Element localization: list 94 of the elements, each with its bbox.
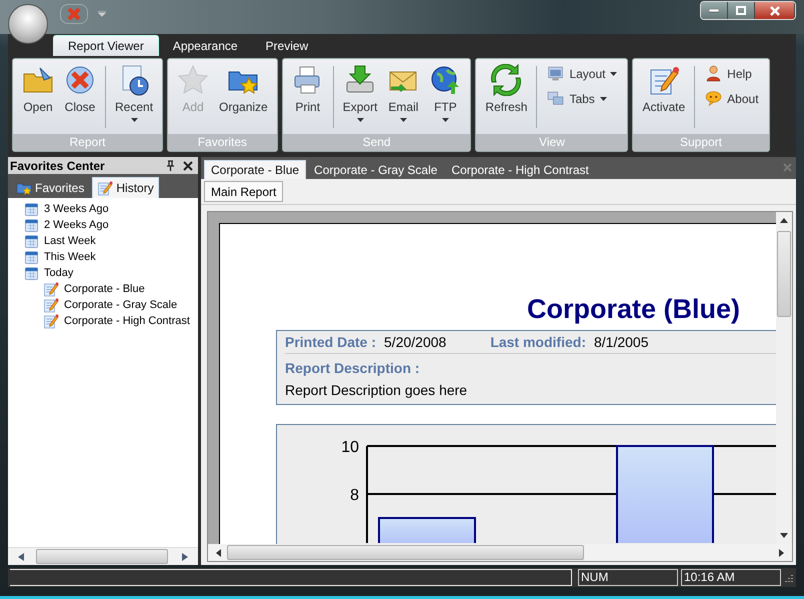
resize-grip-icon[interactable] (784, 572, 794, 582)
ribbon-button[interactable]: Close (59, 62, 101, 134)
field-value: Report Description goes here (285, 382, 468, 398)
close-icon[interactable] (183, 160, 193, 170)
tree-item[interactable]: 3 Weeks Ago (24, 201, 198, 217)
field-label: Last modified: (490, 334, 586, 350)
ribbon-button[interactable]: Export (338, 62, 382, 134)
maximize-button[interactable] (728, 2, 755, 19)
scrollbar-thumb[interactable] (227, 545, 584, 560)
scroll-right-icon[interactable] (182, 552, 188, 560)
scroll-down-icon[interactable] (780, 533, 788, 538)
calendar-icon (24, 266, 39, 280)
pin-icon[interactable] (166, 160, 175, 171)
field-value: 8/1/2005 (594, 334, 648, 350)
ribbon-button[interactable]: Help (703, 64, 761, 83)
scroll-up-icon[interactable] (780, 218, 788, 223)
calendar-icon (24, 250, 39, 264)
scroll-left-icon[interactable] (216, 548, 221, 556)
tree-item[interactable]: 2 Weeks Ago (24, 217, 198, 233)
status-clock: 10:16 AM (681, 569, 781, 586)
report-tab[interactable]: Main Report (204, 181, 284, 202)
ribbon-button[interactable]: Recent (110, 62, 158, 134)
close-button[interactable] (755, 2, 795, 19)
scroll-left-icon[interactable] (18, 552, 24, 560)
field-label: Printed Date : (285, 334, 376, 350)
ribbon-button[interactable]: Refresh (480, 62, 532, 134)
ribbon-button[interactable]: Layout (545, 64, 620, 83)
ribbon-button[interactable]: About (703, 89, 761, 108)
report-title: Corporate (Blue) (527, 294, 742, 326)
window-icon (547, 65, 564, 82)
scrollbar-thumb[interactable] (777, 231, 791, 317)
caret-icon (600, 96, 607, 100)
globe-icon (429, 64, 462, 96)
document-tab[interactable]: Corporate - Gray Scale (308, 160, 444, 179)
ribbon-button[interactable]: Email (382, 62, 424, 134)
horizontal-scrollbar[interactable] (8, 547, 198, 565)
close-icon (64, 64, 96, 96)
group-label: Support (633, 134, 769, 151)
calendar-icon (24, 234, 39, 248)
caret-icon (610, 72, 618, 76)
scroll-right-icon[interactable] (779, 548, 784, 556)
field-value: 5/20/2008 (384, 334, 446, 350)
person-icon (705, 65, 722, 82)
application-button[interactable] (8, 4, 48, 44)
caret-icon (356, 118, 364, 122)
document-pencil-icon (43, 313, 59, 329)
status-indicator: NUM (578, 569, 678, 586)
tree-item[interactable]: Last Week (24, 233, 198, 249)
ribbon-button[interactable]: FTP (424, 62, 466, 134)
star-icon (177, 64, 210, 96)
document-pencil-icon (43, 297, 59, 313)
caret-icon (400, 118, 407, 122)
ribbon-button[interactable]: Open (17, 62, 59, 134)
close-icon (768, 6, 780, 16)
document-pencil-icon (648, 64, 680, 96)
ribbon-button[interactable]: Tabs (545, 89, 620, 108)
document-pencil-icon (97, 180, 114, 196)
refresh-icon (490, 64, 522, 96)
group-label: Send (282, 134, 470, 151)
close-icon (66, 6, 82, 22)
ribbon-button[interactable]: Activate (637, 62, 690, 134)
ribbon-tab[interactable]: Appearance (158, 35, 252, 56)
tree-item[interactable]: Corporate - Blue (43, 281, 198, 297)
axis-tick-label: 8 (350, 487, 359, 504)
group-label: View (476, 134, 628, 151)
document-tab[interactable]: Corporate - High Contrast (445, 160, 595, 179)
tree-item[interactable]: Corporate - Gray Scale (43, 297, 198, 313)
axis-tick-label: 10 (341, 439, 359, 456)
document-tab[interactable]: Corporate - Blue (204, 160, 306, 179)
minimize-icon (709, 8, 719, 12)
speech-bubble-icon (705, 90, 722, 107)
windows-icon (547, 90, 564, 107)
ribbon-tab[interactable]: Report Viewer (53, 35, 159, 56)
field-label: Report Description : (285, 360, 421, 376)
ribbon-tab[interactable]: Preview (252, 35, 322, 56)
tree-item[interactable]: This Week (24, 249, 198, 265)
document-pencil-icon (43, 281, 59, 297)
dropdown-arrow-icon[interactable] (98, 11, 106, 17)
panel-tab[interactable]: History (92, 177, 159, 198)
maximize-icon (736, 6, 746, 15)
caret-icon (130, 118, 138, 122)
panel-tab[interactable]: Favorites (12, 177, 88, 198)
group-label: Favorites (168, 134, 277, 151)
scrollbar-thumb[interactable] (36, 549, 168, 564)
minimize-button[interactable] (701, 2, 728, 19)
panel-title: Favorites Center (10, 158, 105, 172)
group-label: Report (13, 134, 162, 151)
calendar-icon (24, 218, 39, 232)
calendar-icon (24, 202, 39, 216)
ribbon-button[interactable]: Print (286, 62, 329, 134)
ribbon-button[interactable]: Organize (214, 62, 273, 134)
tree-item[interactable]: Today (24, 265, 198, 281)
tree-item[interactable]: Corporate - High Contrast (43, 313, 198, 329)
caret-icon (442, 118, 449, 122)
